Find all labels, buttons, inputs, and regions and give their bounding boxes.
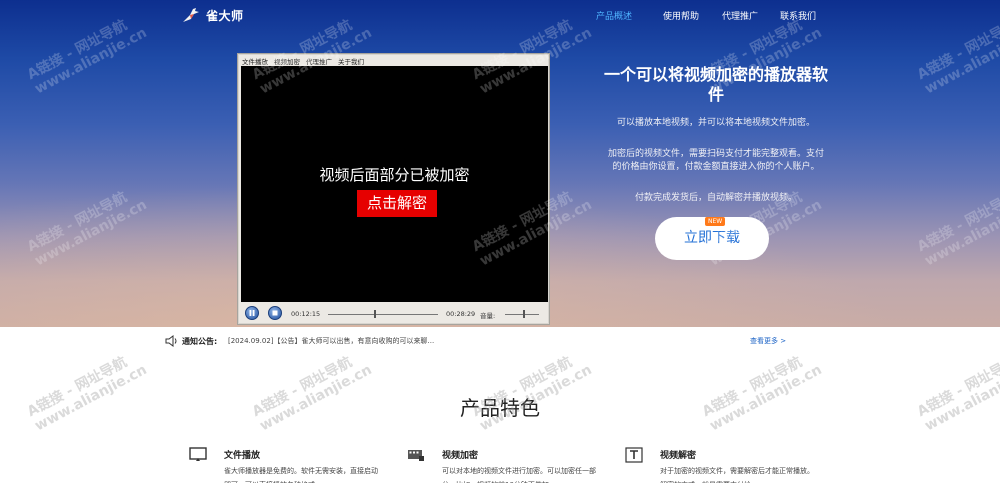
player-window: 文件播放 视频加密 代理推广 关于我们 视频后面部分已被加密 点击解密 00:1… xyxy=(237,53,550,325)
feature-desc: 雀大师播放器是免费的。软件无需安装，直接启动即可，可以直接播放各种格式... xyxy=(224,467,378,483)
player-screen: 视频后面部分已被加密 点击解密 xyxy=(241,66,548,302)
watermark: A链接 - 网址导航 www.alianjie.cn xyxy=(699,354,825,435)
volume-label: 音量: xyxy=(480,312,496,320)
speaker-icon xyxy=(165,335,177,347)
nav-links: 产品概述 使用帮助 代理推广 联系我们 xyxy=(596,9,820,22)
hero-title: 一个可以将视频加密的播放器软件 xyxy=(603,65,828,104)
hero-desc-1: 可以播放本地视频，并可以将本地视频文件加密。 xyxy=(616,118,815,128)
player-controls: 00:12:15 00:28:29 音量: xyxy=(241,304,548,324)
bird-logo-icon xyxy=(183,8,199,22)
film-lock-icon xyxy=(408,450,424,461)
nav-link-help[interactable]: 使用帮助 xyxy=(663,9,722,22)
features-title: 产品特色 xyxy=(460,396,540,420)
hero-desc-2: 加密后的视频文件，需要扫码支付才能完整观看。支付的价格由你设置，付款金额直接进入… xyxy=(607,149,824,172)
pause-button[interactable] xyxy=(245,306,259,320)
new-badge: NEW xyxy=(705,217,726,226)
feature-desc: 对于加密的视频文件，需要解密后才能正常播放。解密的方式，就是需要支付给... xyxy=(660,467,814,483)
watermark: A链接 - 网址导航 www.alianjie.cn xyxy=(24,354,150,435)
stop-icon xyxy=(272,310,278,316)
player-menu: 文件播放 视频加密 代理推广 关于我们 xyxy=(242,56,364,66)
feature-desc: 可以对本地的视频文件进行加密。可以加密任一部分，比如，视频的前10分钟不做加..… xyxy=(442,467,596,483)
brand-name: 雀大师 xyxy=(206,8,244,23)
stop-button[interactable] xyxy=(268,306,282,320)
player-menu-file[interactable]: 文件播放 xyxy=(242,56,268,66)
notice-more-link[interactable]: 查看更多 > xyxy=(750,336,786,346)
top-nav: 雀大师 产品概述 使用帮助 代理推广 联系我们 xyxy=(0,0,1000,30)
watermark: A链接 - 网址导航 www.alianjie.cn xyxy=(914,354,1000,435)
notice-label: 通知公告: xyxy=(182,337,218,346)
encrypted-message: 视频后面部分已被加密 xyxy=(319,166,470,184)
brand-logo[interactable]: 雀大师 xyxy=(181,6,244,24)
total-time: 00:28:29 xyxy=(446,310,476,318)
monitor-play-icon xyxy=(189,447,207,461)
feature-title: 视频解密 xyxy=(660,451,697,461)
pause-icon xyxy=(249,310,255,316)
text-box-icon xyxy=(625,447,643,463)
progress-thumb[interactable] xyxy=(374,310,377,318)
feature-title: 文件播放 xyxy=(224,451,261,461)
watermark: A链接 - 网址导航 www.alianjie.cn xyxy=(249,354,375,435)
hero-desc-3: 付款完成发货后，自动解密并播放视频。 xyxy=(634,193,797,203)
nav-link-contact[interactable]: 联系我们 xyxy=(780,9,820,22)
progress-track[interactable] xyxy=(328,314,438,315)
hero-section: 雀大师 产品概述 使用帮助 代理推广 联系我们 文件播放 视频加密 代理推广 关… xyxy=(0,0,1000,327)
player-menu-about[interactable]: 关于我们 xyxy=(338,56,364,66)
unlock-button[interactable]: 点击解密 xyxy=(357,190,437,217)
watermark: A链接 - 网址导航 www.alianjie.cn xyxy=(469,354,595,435)
notice-bar: 通知公告: [2024.09.02]【公告】雀大师可以出售，有意向收购的可以来聊… xyxy=(165,335,795,349)
notice-text[interactable]: [2024.09.02]【公告】雀大师可以出售，有意向收购的可以来聊... xyxy=(228,336,434,346)
feature-title: 视频加密 xyxy=(442,451,479,461)
nav-link-agent[interactable]: 代理推广 xyxy=(722,9,780,22)
player-menu-encrypt[interactable]: 视频加密 xyxy=(274,56,300,66)
nav-link-overview[interactable]: 产品概述 xyxy=(596,9,663,22)
player-menu-agent[interactable]: 代理推广 xyxy=(306,56,332,66)
current-time: 00:12:15 xyxy=(291,310,321,318)
volume-thumb[interactable] xyxy=(522,310,525,318)
